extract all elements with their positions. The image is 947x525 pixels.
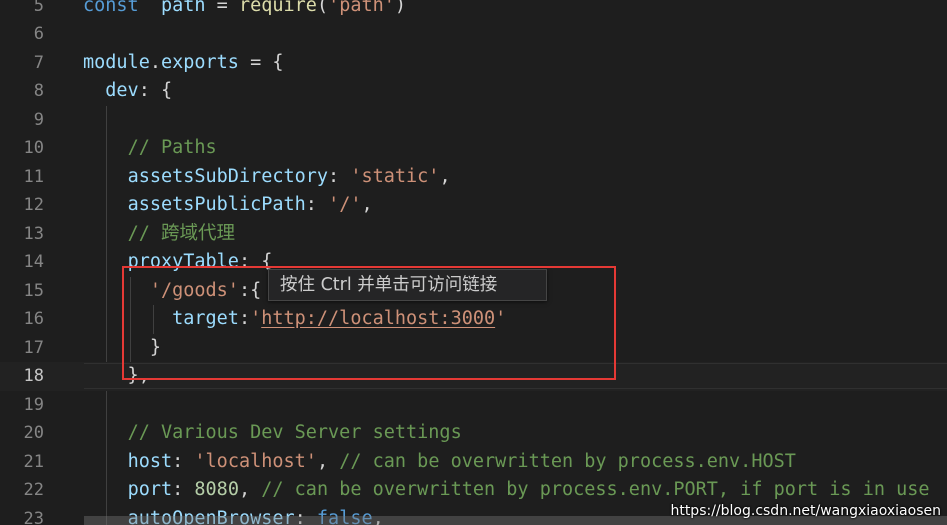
code-token: 'static': [350, 165, 440, 187]
code-token: // 跨域代理: [127, 222, 235, 244]
code-text: // Paths: [83, 134, 217, 163]
code-line[interactable]: 20 // Various Dev Server settings: [0, 419, 947, 448]
code-line[interactable]: 6: [0, 20, 947, 49]
code-line[interactable]: 11 assetsSubDirectory: 'static',: [0, 163, 947, 192]
line-number: 21: [23, 451, 44, 472]
code-token: assetsPublicPath: [127, 194, 306, 215]
code-line[interactable]: 5 const path = require('path'): [0, 0, 947, 20]
code-text: dev: {: [83, 77, 172, 106]
code-token: // can be overwritten by process.env.POR…: [261, 479, 930, 500]
line-number: 5: [33, 0, 44, 16]
csdn-watermark: https://blog.csdn.net/wangxiaoxiaosen: [670, 503, 941, 519]
code-text: host: 'localhost', // can be overwritten…: [83, 448, 796, 477]
line-number: 8: [33, 81, 44, 101]
code-token: ,: [316, 450, 340, 472]
code-token: require: [238, 0, 317, 16]
code-text: module.exports = {: [83, 49, 284, 78]
code-line[interactable]: 13 // 跨域代理: [0, 220, 947, 249]
code-token: // can be overwritten by process.env.HOS…: [339, 450, 796, 472]
code-token: host: [127, 450, 173, 472]
code-token: assetsSubDirectory: [127, 165, 329, 187]
line-number: 19: [23, 394, 44, 415]
code-text: assetsSubDirectory: 'static',: [83, 163, 451, 192]
code-token: port: [127, 479, 173, 500]
code-token: dev: [105, 80, 139, 101]
code-token: :: [172, 450, 195, 472]
line-number: 14: [23, 252, 44, 272]
code-line[interactable]: 12 assetsPublicPath: '/',: [0, 191, 947, 220]
code-line[interactable]: 19: [0, 391, 947, 420]
line-number: 15: [23, 280, 44, 301]
red-highlight-annotation: [122, 266, 616, 380]
code-editor[interactable]: 5 const path = require('path') 6 7 module.ex…: [0, 0, 947, 525]
code-token: 'localhost': [194, 450, 317, 472]
line-number: 10: [23, 138, 44, 158]
code-line[interactable]: 8 dev: {: [0, 77, 947, 106]
line-number: 22: [23, 480, 44, 500]
code-token: const: [83, 0, 139, 16]
line-number: 9: [33, 109, 44, 130]
line-number: 18: [23, 366, 44, 386]
line-number: 12: [23, 195, 44, 215]
code-token: :: [305, 194, 329, 215]
code-token: ,: [238, 479, 262, 500]
code-token: :: [172, 479, 195, 500]
code-token: :: [328, 165, 351, 187]
code-text: // 跨域代理: [83, 220, 235, 249]
code-token: // Paths: [127, 137, 217, 158]
line-number: 6: [33, 24, 44, 44]
code-token: (: [316, 0, 329, 16]
code-token: path: [160, 0, 206, 16]
code-token: '/': [328, 194, 362, 215]
code-token: = {: [238, 51, 284, 73]
code-token: 8080: [194, 479, 239, 500]
line-number: 16: [23, 309, 44, 329]
code-token: ,: [361, 194, 373, 215]
code-line[interactable]: 7 module.exports = {: [0, 49, 947, 78]
code-token: // Various Dev Server settings: [127, 422, 462, 443]
line-number: 13: [23, 223, 44, 244]
code-token: module: [83, 51, 150, 73]
line-number: 7: [33, 52, 44, 73]
code-token: =: [205, 0, 239, 16]
code-line[interactable]: 22 port: 8080, // can be overwritten by …: [0, 476, 947, 505]
code-line[interactable]: 21 host: 'localhost', // can be overwrit…: [0, 448, 947, 477]
code-text: // Various Dev Server settings: [83, 419, 462, 448]
code-token: exports: [160, 51, 239, 73]
code-token: 'path': [328, 0, 395, 16]
code-token: .: [149, 51, 161, 73]
code-token: ): [394, 0, 407, 16]
line-number: 23: [23, 508, 44, 525]
code-text: const path = require('path'): [83, 0, 406, 20]
code-line[interactable]: 10 // Paths: [0, 134, 947, 163]
code-token: : {: [138, 80, 173, 101]
line-number: 20: [23, 423, 44, 443]
line-number: 11: [23, 166, 44, 187]
code-line[interactable]: 9: [0, 106, 947, 135]
code-token: ,: [439, 165, 451, 187]
line-number: 17: [23, 337, 44, 358]
code-text: assetsPublicPath: '/',: [83, 191, 373, 220]
code-text: port: 8080, // can be overwritten by pro…: [83, 476, 930, 505]
